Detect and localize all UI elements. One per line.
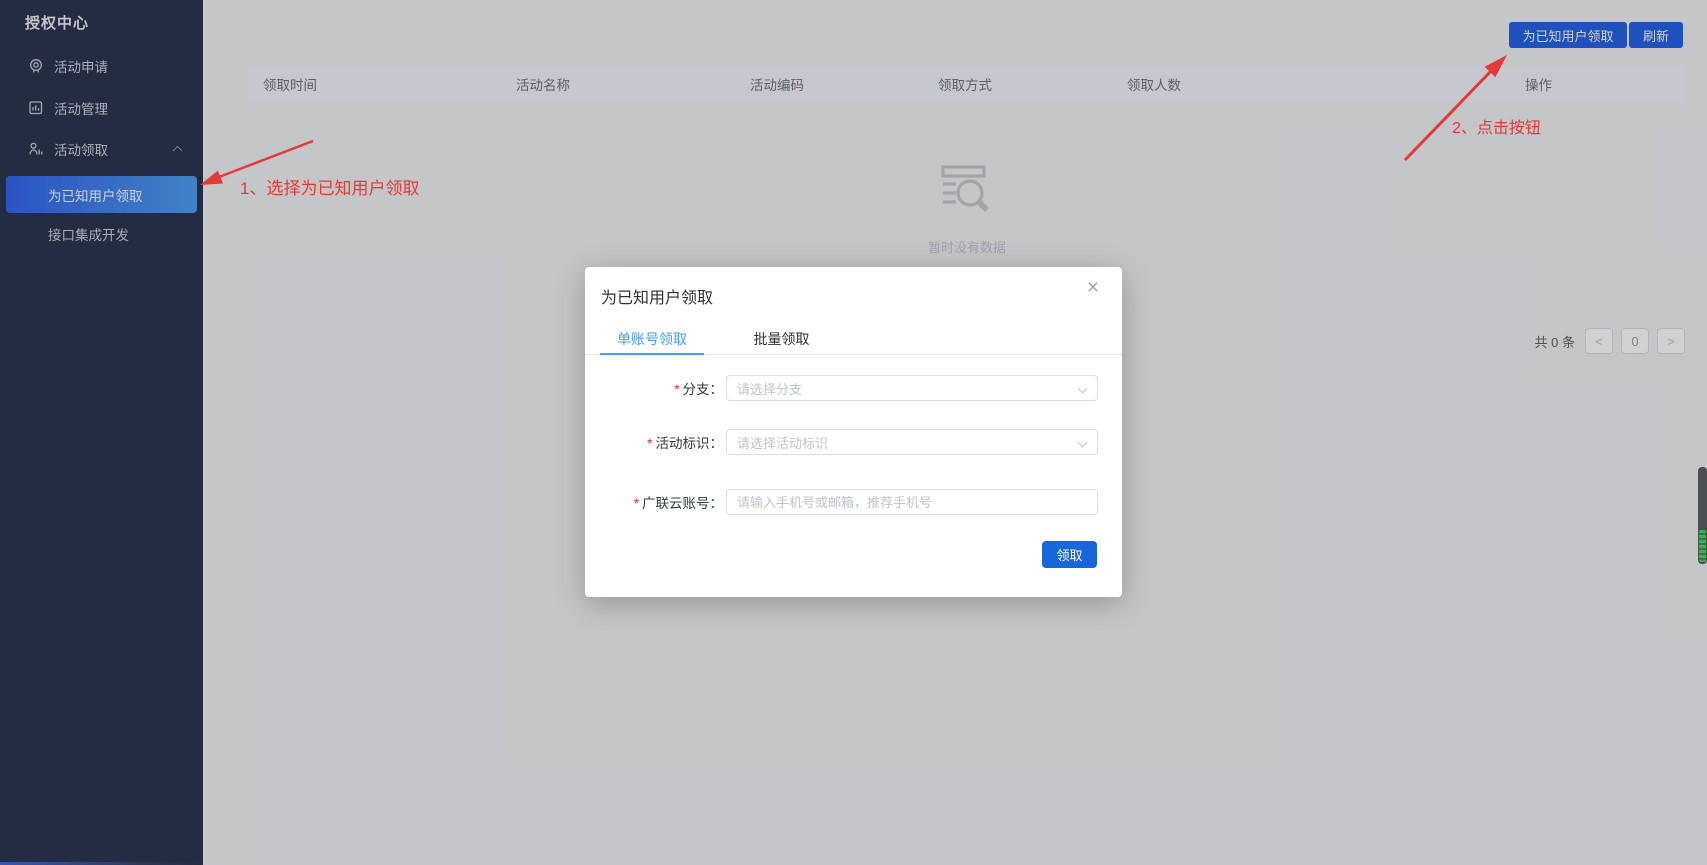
annotation-step2-text: 2、点击按钮 xyxy=(1452,114,1541,138)
annotation-step1-text: 1、选择为已知用户领取 xyxy=(240,174,419,199)
cloud-account-input[interactable] xyxy=(737,495,1087,510)
claim-modal: 为已知用户领取 × 单账号领取 批量领取 *分支： 请选择分支 *活动标识： 请… xyxy=(585,267,1122,597)
form-row-branch: *分支： 请选择分支 xyxy=(585,375,1122,401)
field-label-activity-id: *活动标识： xyxy=(585,432,723,452)
field-label-cloud-account: *广联云账号： xyxy=(585,492,723,512)
form-row-cloud-account: *广联云账号： xyxy=(585,489,1122,515)
chevron-down-icon xyxy=(1078,438,1088,448)
branch-select-placeholder: 请选择分支 xyxy=(737,379,802,398)
close-button[interactable]: × xyxy=(1078,273,1108,303)
scrollbar-green-marker xyxy=(1699,530,1706,562)
tab-batch[interactable]: 批量领取 xyxy=(736,324,826,355)
scrollbar-thumb[interactable] xyxy=(1698,467,1707,564)
branch-select[interactable]: 请选择分支 xyxy=(726,375,1098,401)
app-root: 授权中心 活动申请 活动管理 xyxy=(0,0,1707,865)
required-mark: * xyxy=(647,436,652,451)
modal-tabs: 单账号领取 批量领取 xyxy=(600,324,826,355)
annotation-arrow-2 xyxy=(1395,45,1515,165)
claim-submit-button[interactable]: 领取 xyxy=(1042,541,1097,568)
form-row-activity-id: *活动标识： 请选择活动标识 xyxy=(585,429,1122,455)
required-mark: * xyxy=(634,496,639,511)
chevron-down-icon xyxy=(1078,384,1088,394)
tab-single-account[interactable]: 单账号领取 xyxy=(600,324,704,355)
activity-id-select[interactable]: 请选择活动标识 xyxy=(726,429,1098,455)
cloud-account-field xyxy=(726,489,1098,515)
field-label-branch: *分支： xyxy=(585,378,723,398)
close-icon: × xyxy=(1087,276,1099,299)
modal-title: 为已知用户领取 xyxy=(601,284,713,308)
activity-id-select-placeholder: 请选择活动标识 xyxy=(737,433,828,452)
required-mark: * xyxy=(674,382,679,397)
vertical-scrollbar[interactable] xyxy=(1698,467,1707,564)
